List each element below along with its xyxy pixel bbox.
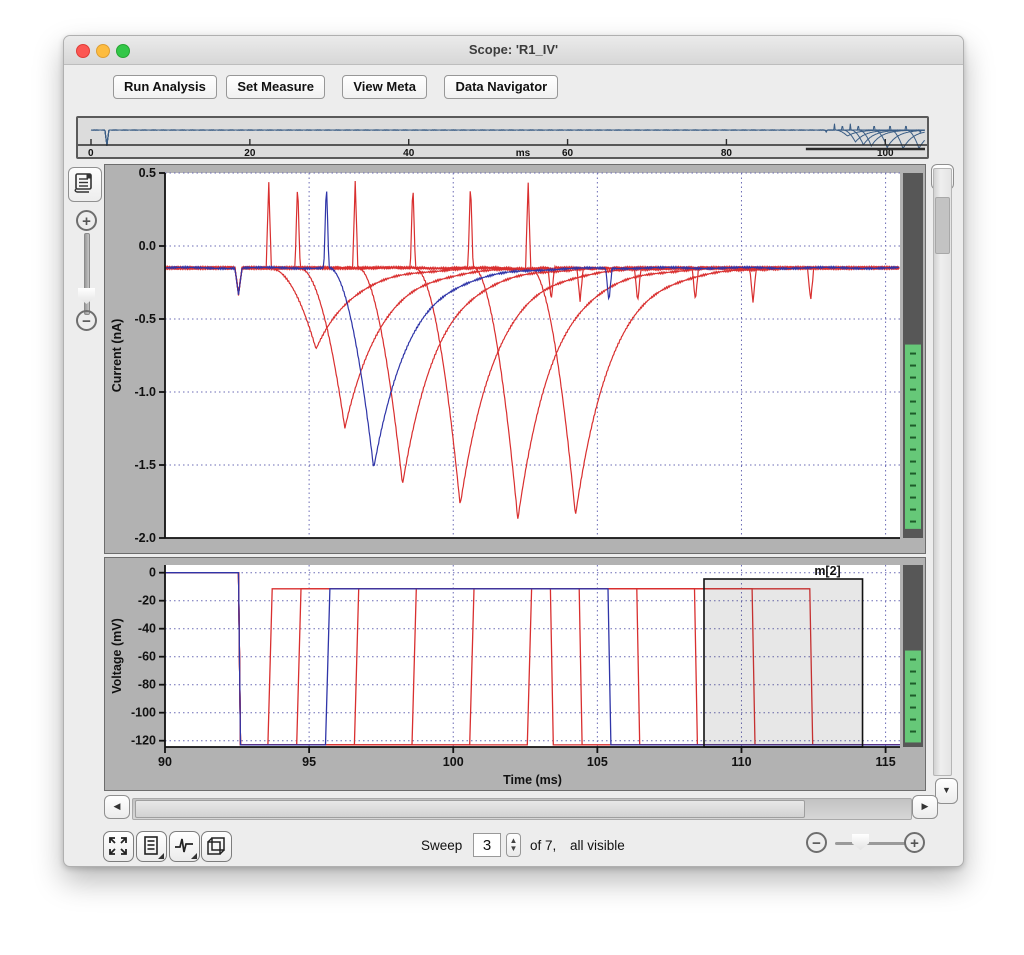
overview-tick-label: 40 [403,148,415,157]
x-tick-label: 100 [443,755,464,769]
overview-trace-3 [91,124,925,146]
scope-window: Scope: 'R1_IV' Run Analysis Set Measure … [63,35,964,867]
overview-tick-label: 80 [721,148,733,157]
vertical-scrollbar[interactable] [933,168,952,776]
sweep-of-label: of 7, [530,838,556,853]
time-axis-title: Time (ms) [503,773,562,787]
overview-chart: 020406080100ms [78,118,927,157]
data-navigator-button[interactable]: Data Navigator [444,75,558,99]
voltage-axis-title: Voltage (mV) [110,618,124,693]
y-tick-label: -40 [138,622,156,636]
y-tick-label: 0 [149,566,156,580]
vertical-scrollbar-thumb[interactable] [935,197,950,254]
y-tick-label: -60 [138,650,156,664]
arrow-down-icon: ▼ [942,785,951,795]
y-tick-label: -120 [131,734,156,748]
measure-region-label: m[2] [814,564,840,578]
y-tick-label: 0.0 [139,239,156,253]
current-plot-area [165,173,900,538]
notebook-icon [69,168,99,198]
voltage-chart: m[2] 0 -20 -40 -60 -80 -100 -12090 95 100 105 110 11… [105,558,925,790]
horizontal-scrollbar-thumb[interactable] [135,800,805,818]
x-tick-label: 90 [158,755,172,769]
set-measure-button[interactable]: Set Measure [226,75,325,99]
overview-trace-2 [91,127,925,146]
horizontal-scrollbar[interactable] [132,798,912,820]
stepper-down-icon[interactable]: ▼ [507,846,520,854]
y-tick-label: -0.5 [134,312,156,326]
sweep-value-input[interactable] [473,833,501,857]
scroll-down-button[interactable]: ▼ [935,778,958,804]
arrow-left-icon: ◀ [114,801,121,811]
y-tick-label: -1.5 [134,458,156,472]
current-chart: 0.5 0.0 -0.5 -1.0 -1.5 -2.0 Current (nA) [105,165,925,553]
title-bar[interactable]: Scope: 'R1_IV' [64,36,963,65]
window-title: Scope: 'R1_IV' [64,42,963,57]
sweep-control: Sweep ▲ ▼ of 7, all visible [64,831,804,863]
current-axis-title: Current (nA) [110,319,124,393]
overview-strip[interactable]: 020406080100ms [76,116,929,159]
scroll-left-button[interactable]: ◀ [104,795,130,819]
x-zoom-control: − + [804,829,934,859]
x-zoom-slider-track[interactable] [835,842,905,845]
y-tick-label: -100 [131,706,156,720]
measure-region[interactable] [704,579,863,747]
x-zoom-in-button[interactable]: + [904,832,925,853]
y-tick-label: -80 [138,678,156,692]
overview-tick-label: 60 [562,148,574,157]
arrow-right-icon: ▶ [922,801,929,811]
x-zoom-out-button[interactable]: − [806,832,827,853]
x-zoom-slider-thumb[interactable] [852,834,869,850]
sweep-label: Sweep [421,838,462,853]
view-meta-button[interactable]: View Meta [342,75,427,99]
x-tick-label: 105 [587,755,608,769]
y-tick-label: 0.5 [139,166,156,180]
sweep-visibility-label: all visible [570,838,625,853]
y-tick-label: -2.0 [134,531,156,545]
y-tick-label: -20 [138,594,156,608]
y-zoom-out-button[interactable]: − [76,310,97,331]
overview-tick-label: 20 [244,148,256,157]
notebook-button[interactable] [68,167,102,202]
y-zoom-slider-thumb[interactable] [78,288,95,304]
scroll-right-button[interactable]: ▶ [912,795,938,819]
voltage-plot-panel[interactable]: m[2] 0 -20 -40 -60 -80 -100 -12090 95 100 105 110 11… [104,557,926,791]
sweep-stepper[interactable]: ▲ ▼ [506,833,521,857]
overview-trace-1 [91,124,925,146]
current-plot-panel[interactable]: 0.5 0.0 -0.5 -1.0 -1.5 -2.0 Current (nA) [104,164,926,554]
overview-unit-label: ms [516,148,531,157]
toolbar: Run Analysis Set Measure View Meta Data … [113,75,563,101]
x-tick-label: 115 [876,755,896,769]
y-tick-label: -1.0 [134,385,156,399]
x-tick-label: 110 [731,755,751,769]
x-tick-label: 95 [302,755,316,769]
overview-tick-label: 0 [88,148,94,157]
run-analysis-button[interactable]: Run Analysis [113,75,217,99]
y-zoom-in-button[interactable]: + [76,210,97,231]
